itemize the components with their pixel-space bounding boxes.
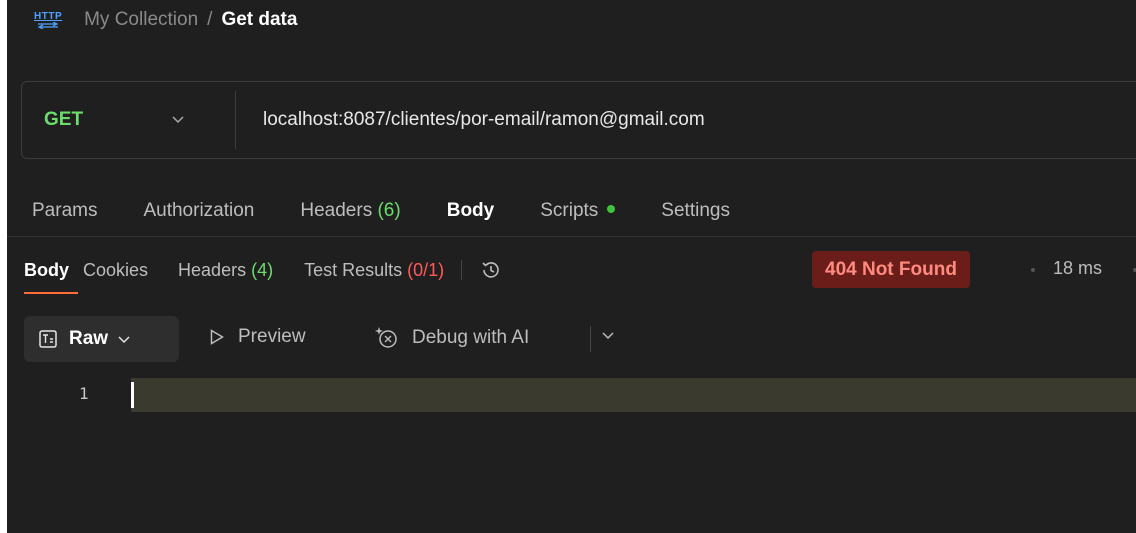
toolbar-separator — [590, 326, 591, 352]
headers-count: (6) — [377, 200, 401, 221]
response-tab-cookies[interactable]: Cookies — [83, 260, 148, 281]
breadcrumb: HTTP My Collection / Get data — [34, 6, 297, 34]
debug-with-ai-button[interactable]: Debug with AI — [374, 326, 529, 350]
tab-scripts-label: Scripts — [540, 200, 599, 221]
postman-window: HTTP My Collection / Get data GET localh… — [7, 0, 1136, 533]
breadcrumb-separator: / — [207, 9, 213, 30]
method-label: GET — [44, 109, 84, 130]
tab-headers-label: Headers — [300, 200, 373, 221]
text-cursor — [131, 382, 134, 408]
url-input[interactable]: localhost:8087/clientes/por-email/ramon@… — [263, 109, 705, 131]
tab-params[interactable]: Params — [32, 200, 97, 222]
raw-format-icon — [39, 330, 57, 348]
status-badge[interactable]: 404 Not Found — [812, 251, 970, 288]
meta-separator-dot — [1031, 268, 1035, 272]
tab-headers[interactable]: Headers (6) — [300, 200, 400, 222]
request-name[interactable]: Get data — [221, 9, 297, 31]
tab-body[interactable]: Body — [447, 200, 495, 222]
response-tab-headers[interactable]: Headers (4) — [178, 260, 273, 281]
format-select[interactable]: Raw — [24, 316, 179, 362]
tab-settings[interactable]: Settings — [661, 200, 730, 222]
response-tab-test-results-label: Test Results — [304, 259, 403, 280]
method-select[interactable]: GET — [22, 91, 236, 149]
tab-authorization[interactable]: Authorization — [143, 200, 254, 222]
response-editor[interactable]: 1 — [7, 378, 1136, 412]
divider — [7, 236, 1136, 237]
response-tab-headers-label: Headers — [178, 259, 247, 280]
chevron-down-icon — [118, 328, 130, 350]
response-headers-count: (4) — [251, 259, 274, 280]
chevron-down-icon — [172, 111, 184, 129]
active-line-highlight — [131, 378, 1136, 412]
response-tab-body[interactable]: Body — [24, 260, 78, 294]
chevron-down-icon[interactable] — [602, 327, 614, 345]
format-label: Raw — [69, 328, 109, 349]
breadcrumb-collection-link[interactable]: My Collection — [84, 9, 198, 31]
response-time[interactable]: 18 ms — [1053, 258, 1102, 279]
response-tabs: Body Cookies Headers (4) Test Results (0… — [24, 255, 502, 294]
response-tab-test-results[interactable]: Test Results (0/1) — [304, 260, 444, 281]
http-request-icon: HTTP — [34, 11, 62, 29]
tabs-separator — [461, 260, 463, 280]
preview-label: Preview — [238, 326, 306, 347]
play-icon — [210, 329, 224, 345]
scripts-indicator-dot — [607, 204, 616, 213]
debug-label: Debug with AI — [412, 327, 530, 348]
line-number: 1 — [79, 384, 89, 403]
request-tabs: Params Authorization Headers (6) Body Sc… — [32, 196, 776, 226]
ai-sparkle-icon — [375, 327, 397, 348]
test-results-count: (0/1) — [407, 259, 445, 280]
history-icon[interactable] — [480, 259, 502, 281]
url-bar: GET localhost:8087/clientes/por-email/ra… — [21, 81, 1136, 159]
preview-button[interactable]: Preview — [210, 326, 306, 348]
tab-scripts[interactable]: Scripts — [540, 200, 616, 222]
